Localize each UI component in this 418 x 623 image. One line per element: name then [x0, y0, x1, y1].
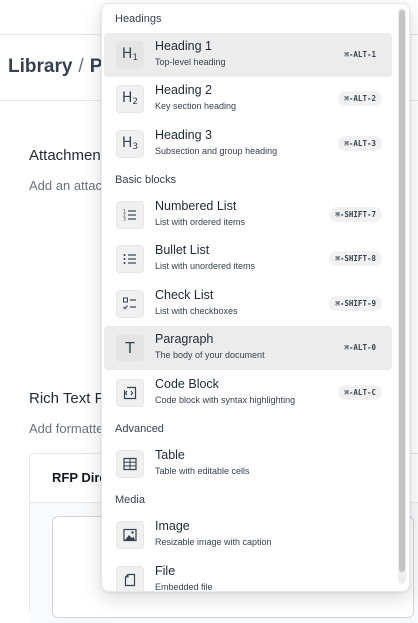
- menu-item-heading-1[interactable]: H1 Heading 1 Top-level heading ⌘-ALT-1: [104, 33, 392, 77]
- menu-item-description: Key section heading: [155, 101, 237, 111]
- menu-item-title: Check List: [155, 288, 214, 302]
- group-label-headings: Headings: [115, 13, 162, 25]
- menu-item-title: Table: [155, 448, 185, 462]
- menu-item-description: Resizable image with caption: [155, 537, 272, 547]
- menu-item-description: Top-level heading: [155, 57, 226, 67]
- image-icon: [116, 521, 144, 549]
- menu-item-title: Paragraph: [155, 332, 214, 346]
- rich-text-title: Rich Text F: [29, 390, 104, 407]
- shortcut-badge: ⌘-SHIFT-8: [329, 251, 382, 266]
- menu-item-title: Heading 1: [155, 39, 212, 53]
- menu-item-description: Table with editable cells: [155, 466, 250, 476]
- menu-item-description: List with ordered items: [155, 217, 246, 227]
- menu-item-description: The body of your document: [155, 350, 265, 360]
- group-label-media: Media: [115, 494, 145, 506]
- attachments-description: Add an attac: [29, 178, 102, 193]
- shortcut-badge: ⌘-SHIFT-9: [329, 296, 382, 311]
- card-title: RFP Dire: [52, 470, 107, 485]
- heading-1-icon: H1: [116, 41, 144, 69]
- numbered-list-icon: 123: [116, 201, 144, 229]
- menu-item-title: Code Block: [155, 377, 219, 391]
- menu-item-table[interactable]: Table Table with editable cells: [104, 442, 392, 486]
- shortcut-badge: ⌘-SHIFT-7: [329, 207, 382, 222]
- heading-3-icon: H3: [116, 130, 144, 158]
- menu-item-heading-3[interactable]: H3 Heading 3 Subsection and group headin…: [104, 122, 392, 166]
- svg-text:3: 3: [123, 217, 126, 223]
- shortcut-badge: ⌘-ALT-C: [338, 385, 382, 400]
- breadcrumb: Library / P: [8, 56, 102, 78]
- menu-item-code-block[interactable]: Code Block Code block with syntax highli…: [104, 371, 392, 415]
- menu-item-description: Code block with syntax highlighting: [155, 395, 296, 405]
- menu-item-image[interactable]: Image Resizable image with caption: [104, 513, 392, 557]
- check-list-icon: [116, 290, 144, 318]
- shortcut-badge: ⌘-ALT-1: [344, 50, 376, 59]
- bullet-list-icon: [116, 245, 144, 273]
- attachments-title: Attachment: [29, 147, 105, 164]
- shortcut-badge: ⌘-ALT-3: [338, 136, 382, 151]
- menu-item-description: Embedded file: [155, 582, 213, 592]
- group-label-basic-blocks: Basic blocks: [115, 174, 177, 186]
- menu-item-title: Numbered List: [155, 199, 237, 213]
- menu-item-file[interactable]: File Embedded file: [104, 558, 392, 592]
- menu-item-description: List with checkboxes: [155, 306, 238, 316]
- file-icon: [116, 566, 144, 591]
- menu-item-description: List with unordered items: [155, 261, 256, 271]
- breadcrumb-library[interactable]: Library: [8, 56, 72, 77]
- code-block-icon: [116, 379, 144, 407]
- menu-item-title: Bullet List: [155, 243, 210, 257]
- menu-item-numbered-list[interactable]: 123 Numbered List List with ordered item…: [104, 193, 392, 237]
- breadcrumb-separator: /: [78, 56, 84, 77]
- menu-item-title: Heading 2: [155, 83, 212, 97]
- menu-item-heading-2[interactable]: H2 Heading 2 Key section heading ⌘-ALT-2: [104, 77, 392, 121]
- menu-item-paragraph[interactable]: T Paragraph The body of your document ⌘-…: [104, 326, 392, 370]
- group-label-advanced: Advanced: [115, 423, 164, 435]
- menu-scrollbar-thumb[interactable]: [399, 10, 405, 572]
- menu-item-bullet-list[interactable]: Bullet List List with unordered items ⌘-…: [104, 237, 392, 281]
- table-icon: [116, 450, 144, 478]
- shortcut-badge: ⌘-ALT-2: [338, 91, 382, 106]
- shortcut-badge: ⌘-ALT-0: [344, 343, 376, 352]
- rich-text-description: Add formatte: [29, 421, 104, 436]
- heading-2-icon: H2: [116, 85, 144, 113]
- slash-command-menu: Headings H1 Heading 1 Top-level heading …: [101, 3, 410, 592]
- menu-item-title: File: [155, 564, 176, 578]
- menu-item-title: Image: [155, 519, 190, 533]
- menu-item-title: Heading 3: [155, 128, 212, 142]
- menu-item-check-list[interactable]: Check List List with checkboxes ⌘-SHIFT-…: [104, 282, 392, 326]
- paragraph-icon: T: [116, 334, 144, 362]
- menu-item-description: Subsection and group heading: [155, 146, 278, 156]
